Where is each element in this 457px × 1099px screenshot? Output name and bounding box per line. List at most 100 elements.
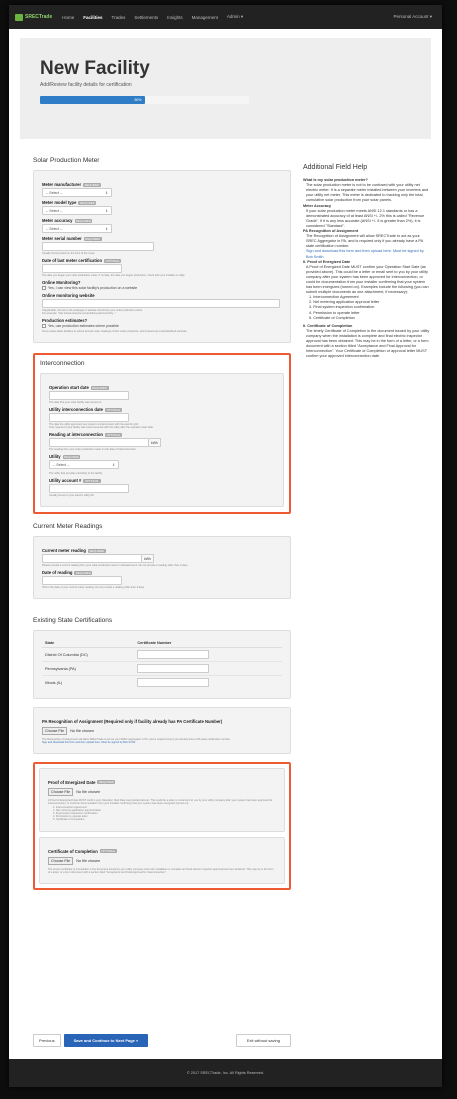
energized-list-item: 5. Certificate of Completion bbox=[53, 817, 85, 821]
estimates-checkbox-row[interactable]: Yes, use production estimates where poss… bbox=[42, 324, 282, 328]
cert-date-label: Date of last meter certification OPTIONAL bbox=[42, 258, 282, 263]
previous-button[interactable]: Previous bbox=[33, 1034, 61, 1047]
cert-date-label-text: Date of last meter certification bbox=[42, 258, 103, 263]
exit-button[interactable]: Exit without saving bbox=[235, 1034, 291, 1047]
progress-bar: 50% bbox=[40, 96, 249, 104]
assignment-panel: PA Recognition of Assignment (Required o… bbox=[33, 706, 291, 754]
optional-badge: OPTIONAL bbox=[104, 407, 123, 412]
utility-help: The utility that provides electricity to… bbox=[49, 472, 103, 475]
website-help-example: For example: "http://www.example.com/pub… bbox=[42, 312, 117, 315]
completion-label-text: Certificate of Completion bbox=[48, 848, 98, 854]
help-a5: The timely Certificate of Completion is … bbox=[306, 328, 430, 359]
certs-panel: State Certificate Number District Of Col… bbox=[33, 630, 291, 699]
estimates-checkbox[interactable] bbox=[42, 324, 46, 328]
nav-item-admin[interactable]: Admin ▾ bbox=[227, 14, 243, 20]
section-title-solar: Solar Production Meter bbox=[33, 157, 100, 164]
utility-label: Utility REQUIRED bbox=[49, 454, 275, 459]
select-value: -- Select -- bbox=[46, 190, 63, 195]
current-reading-unit: kWh bbox=[142, 554, 154, 563]
page-footer: © 2017 SRECTrade, Inc. All Rights Reserv… bbox=[9, 1059, 442, 1087]
solar-meter-panel: Meter manufacturer REQUIRED -- Select -- ⇕… bbox=[33, 170, 291, 343]
website-input[interactable] bbox=[42, 299, 280, 308]
certs-table: State Certificate Number District Of Col… bbox=[42, 639, 282, 690]
cert-cell bbox=[134, 675, 282, 690]
optional-badge: OPTIONAL bbox=[83, 478, 101, 483]
required-badge: REQUIRED bbox=[90, 385, 109, 390]
op-start-label-text: Operation start date bbox=[49, 385, 89, 390]
cert-cell bbox=[134, 647, 282, 662]
optional-badge: OPTIONAL bbox=[104, 432, 123, 437]
energized-label-text: Proof of Energized Date bbox=[48, 779, 96, 785]
estimates-help: Some states allow facilities to submit a… bbox=[42, 330, 188, 333]
model-select[interactable]: -- Select -- ⇕ bbox=[42, 206, 112, 215]
op-start-help: The date that your solar facility was tu… bbox=[49, 401, 102, 404]
state-cell: District Of Columbia (DC) bbox=[42, 647, 135, 662]
current-reading-input[interactable] bbox=[42, 554, 142, 563]
reading-input[interactable] bbox=[49, 438, 149, 447]
energized-help: A Proof of Energized Date MUST confirm y… bbox=[48, 798, 273, 805]
serial-label-text: Meter serial number bbox=[42, 236, 82, 241]
brand-logo[interactable]: SRECTrade bbox=[15, 13, 52, 21]
cert-number-input[interactable] bbox=[137, 664, 210, 673]
cert-date-input[interactable] bbox=[42, 264, 122, 273]
utility-label-text: Utility bbox=[49, 454, 61, 459]
utility-select[interactable]: -- Select -- ⇕ bbox=[49, 460, 119, 469]
op-start-label: Operation start date REQUIRED bbox=[49, 385, 275, 390]
required-badge: REQUIRED bbox=[97, 780, 116, 784]
choose-file-button[interactable]: Choose File bbox=[42, 726, 68, 735]
monitoring-checkbox[interactable] bbox=[42, 286, 46, 290]
completion-file-input[interactable]: Choose File No file chosen bbox=[48, 856, 276, 865]
utility-date-label-text: Utility interconnection date bbox=[49, 407, 103, 412]
model-label: Meter model type REQUIRED bbox=[42, 200, 282, 205]
accuracy-label-text: Meter accuracy bbox=[42, 218, 73, 223]
energized-file-input[interactable]: Choose File No file chosen bbox=[48, 787, 276, 796]
serial-input[interactable] bbox=[42, 242, 154, 251]
utility-date-input[interactable] bbox=[49, 413, 129, 422]
nav-item-settlements[interactable]: Settlements bbox=[134, 15, 158, 20]
account-input[interactable] bbox=[49, 484, 129, 493]
serial-help: Usually found printed on the front of th… bbox=[42, 252, 95, 255]
page-header: New Facility Add/Review facility details… bbox=[20, 38, 431, 139]
nav-item-home[interactable]: Home bbox=[62, 15, 74, 20]
interconnection-panel: Operation start date REQUIRED The date th… bbox=[40, 373, 284, 507]
table-row: Pennsylvania (PA) bbox=[42, 661, 282, 676]
logo-icon bbox=[15, 13, 23, 21]
help-list-item: 5. Certificate of Completion bbox=[309, 315, 355, 320]
op-start-input[interactable] bbox=[49, 391, 129, 400]
nav-item-facilities[interactable]: Facilities bbox=[83, 15, 102, 20]
account-menu[interactable]: Personal Account ▾ bbox=[393, 14, 432, 20]
energized-label: Proof of Energized Date REQUIRED bbox=[48, 780, 276, 785]
utility-date-help-2: Only required if your facility was inter… bbox=[49, 426, 154, 429]
assignment-file-input[interactable]: Choose File No file chosen bbox=[42, 726, 282, 735]
nav-item-management[interactable]: Management bbox=[192, 15, 218, 20]
reading-input-group: kWh bbox=[49, 438, 275, 447]
select-arrow-icon: ⇕ bbox=[105, 226, 108, 231]
accuracy-select[interactable]: -- Select -- ⇕ bbox=[42, 224, 112, 233]
top-navbar: SRECTrade Home Facilities Trades Settlem… bbox=[9, 5, 442, 29]
select-arrow-icon: ⇕ bbox=[105, 190, 108, 195]
cert-number-input[interactable] bbox=[137, 678, 210, 688]
help-a3-link[interactable]: Sign and download this form and then upl… bbox=[303, 249, 431, 259]
assignment-link[interactable]: Sign and download this form and then upl… bbox=[42, 741, 282, 744]
state-cell: Illinois (IL) bbox=[42, 675, 135, 690]
completion-label: Certificate of Completion OPTIONAL bbox=[48, 849, 276, 854]
monitoring-checkbox-row[interactable]: Yes, I can view this solar facility's pr… bbox=[42, 286, 282, 290]
page-subtitle: Add/Review facility details for certific… bbox=[40, 82, 132, 88]
table-row: Illinois (IL) bbox=[42, 675, 282, 690]
nav-item-trades[interactable]: Trades bbox=[112, 15, 126, 20]
select-value: -- Select -- bbox=[53, 462, 70, 467]
energized-panel: Proof of Energized Date REQUIRED Choose F… bbox=[39, 767, 285, 832]
estimates-label: Production estimates? bbox=[42, 318, 88, 323]
choose-file-button[interactable]: Choose File bbox=[48, 856, 74, 865]
reading-label: Reading at interconnection OPTIONAL bbox=[49, 432, 275, 437]
cert-number-input[interactable] bbox=[137, 650, 210, 659]
nav-item-insights[interactable]: Insights bbox=[167, 15, 183, 20]
account-label: Utility account # OPTIONAL bbox=[49, 478, 275, 483]
reading-date-input[interactable] bbox=[42, 576, 122, 585]
manufacturer-select[interactable]: -- Select -- ⇕ bbox=[42, 188, 112, 197]
col-state: State bbox=[42, 639, 135, 648]
save-continue-button[interactable]: Save and Continue to Next Page » bbox=[63, 1034, 149, 1047]
choose-file-button[interactable]: Choose File bbox=[48, 787, 74, 796]
page-title: New Facility bbox=[40, 58, 150, 79]
completion-help: The timely Certificate of Completion is … bbox=[48, 867, 274, 874]
